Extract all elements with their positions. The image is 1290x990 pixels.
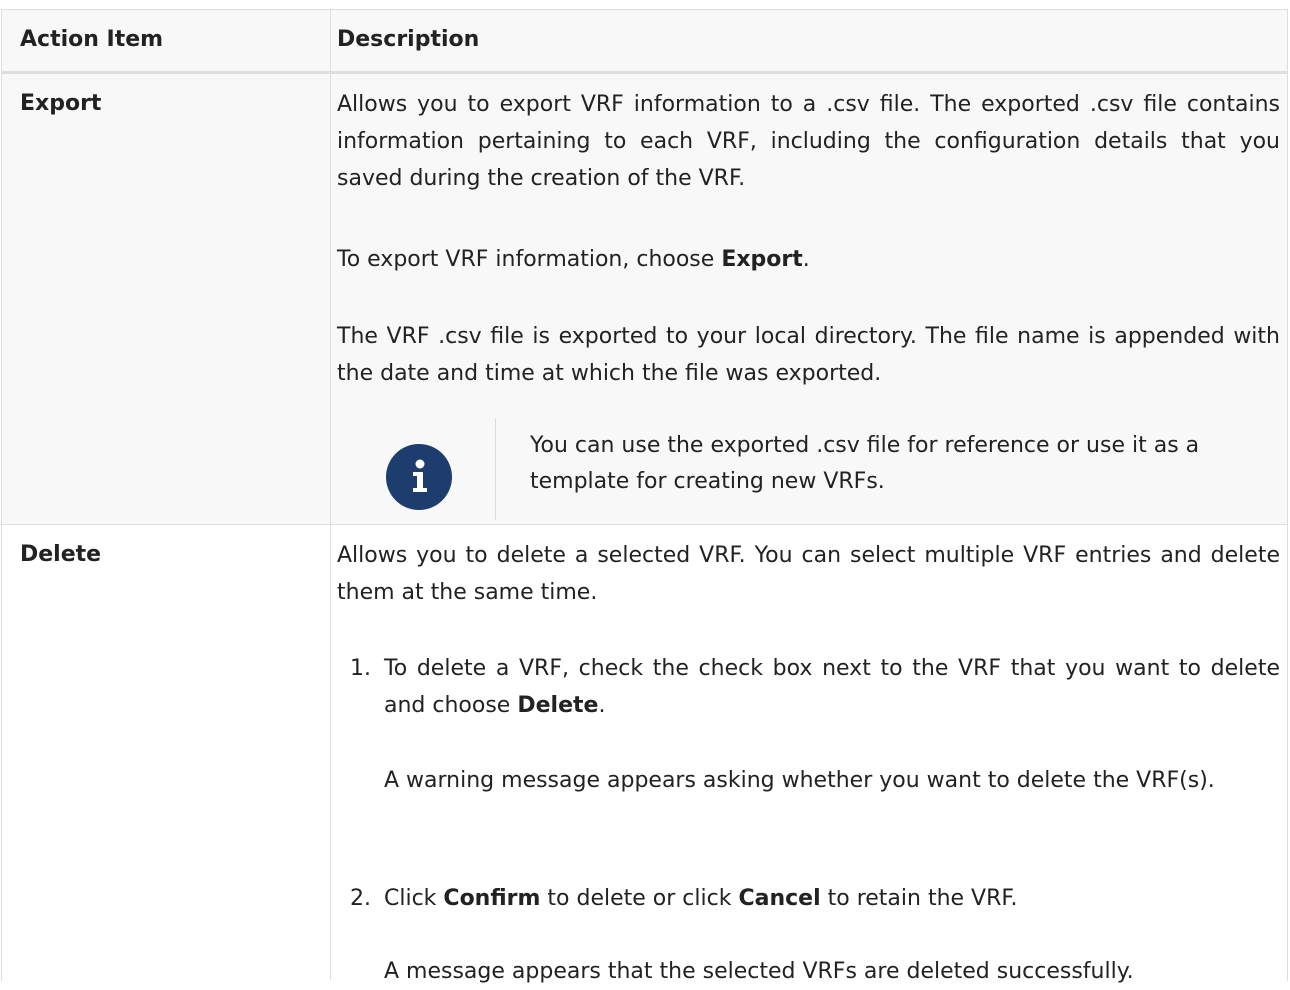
step-number: 2. bbox=[350, 886, 371, 911]
info-note: You can use the exported .csv file for r… bbox=[337, 418, 1280, 520]
step-text-part: to delete or click bbox=[540, 886, 739, 911]
action-label-delete: Delete bbox=[20, 542, 102, 567]
export-description: Allows you to export VRF information to … bbox=[337, 92, 1280, 191]
action-label-export: Export bbox=[20, 91, 102, 116]
step-text-part: Click bbox=[384, 886, 444, 911]
export-instruction-text: To export VRF information, choose bbox=[337, 247, 722, 272]
step-bold-delete: Delete bbox=[517, 693, 599, 718]
table-row-export: Export Allows you to export VRF informat… bbox=[2, 74, 1287, 525]
note-text: You can use the exported .csv file for r… bbox=[530, 433, 1200, 494]
step-number: 1. bbox=[350, 656, 371, 681]
header-description: Description bbox=[337, 27, 480, 52]
export-instruction: To export VRF information, choose Export… bbox=[337, 241, 1280, 278]
step-bold-cancel: Cancel bbox=[738, 886, 821, 911]
export-instruction-tail: . bbox=[802, 247, 810, 272]
step-text: Click Confirm to delete or click Cancel … bbox=[384, 880, 1280, 917]
action-items-table: Action Item Description Export Allows yo… bbox=[1, 9, 1288, 985]
step-bold-confirm: Confirm bbox=[443, 886, 541, 911]
table-row-delete: Delete Allows you to delete a selected V… bbox=[2, 525, 1287, 985]
step-followup: A message appears that the selected VRFs… bbox=[384, 959, 1134, 984]
step-text-part: to retain the VRF. bbox=[820, 886, 1018, 911]
table-header-row: Action Item Description bbox=[2, 10, 1287, 74]
step-text-part: . bbox=[598, 693, 606, 718]
header-action-item: Action Item bbox=[20, 27, 164, 52]
delete-description: Allows you to delete a selected VRF. You… bbox=[337, 543, 1280, 605]
export-bold: Export bbox=[721, 247, 803, 272]
step-followup: A warning message appears asking whether… bbox=[384, 768, 1215, 793]
export-result: The VRF .csv file is exported to your lo… bbox=[337, 324, 1280, 386]
column-divider bbox=[330, 10, 331, 980]
note-divider bbox=[495, 418, 496, 520]
step-text: To delete a VRF, check the check box nex… bbox=[384, 650, 1280, 724]
info-icon bbox=[386, 444, 452, 510]
